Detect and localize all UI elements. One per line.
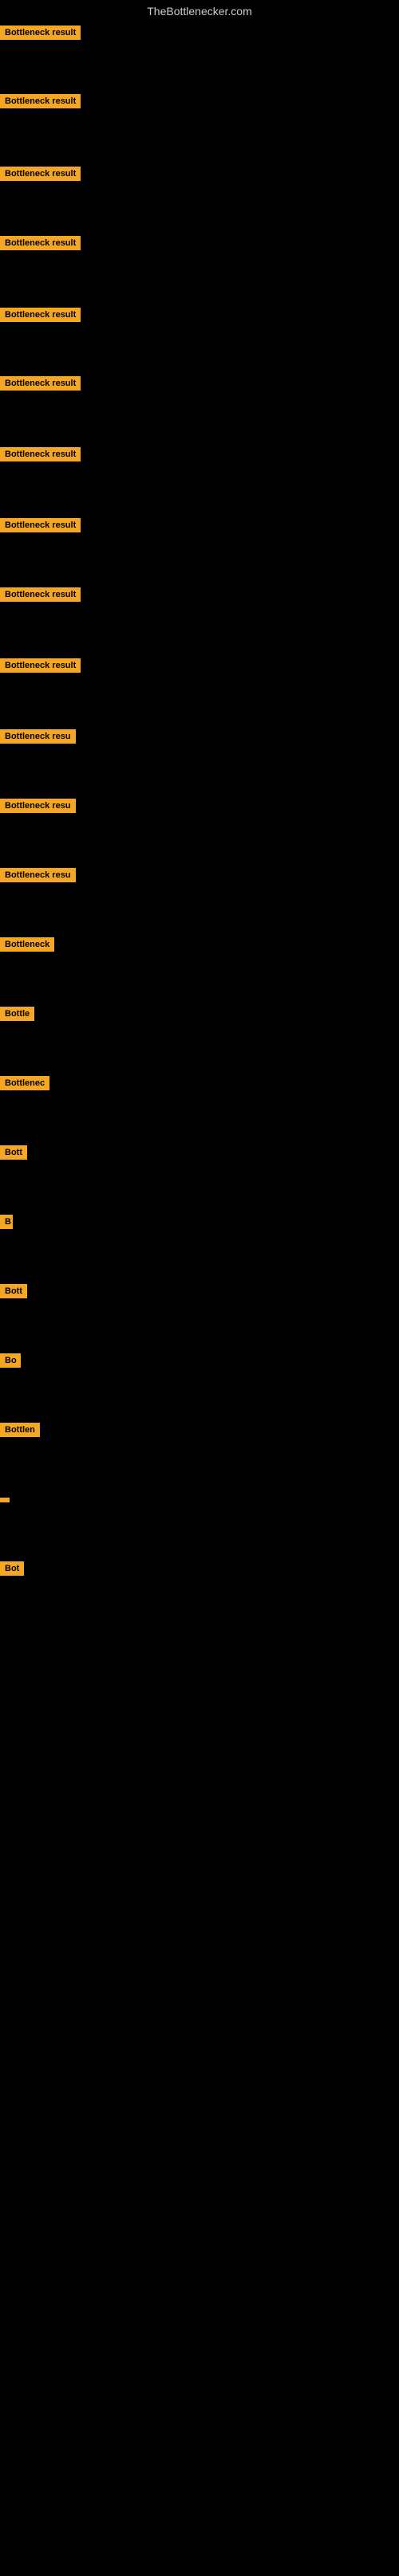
bottleneck-badge[interactable]: Bottleneck result [0,376,81,391]
bottleneck-badge-row [0,1492,10,1506]
bottleneck-badge-row: B [0,1215,13,1233]
bottleneck-badge-row: Bottleneck result [0,587,81,606]
bottleneck-badge-row: Bottleneck result [0,26,81,44]
bottleneck-badge[interactable]: B [0,1215,13,1229]
bottleneck-badge[interactable]: Bottlenec [0,1076,49,1090]
bottleneck-badge[interactable]: Bott [0,1284,27,1298]
bottleneck-badge-row: Bott [0,1145,27,1164]
bottleneck-badge-row: Bo [0,1353,21,1372]
bottleneck-badge-row: Bottleneck result [0,518,81,536]
bottleneck-badge[interactable]: Bot [0,1561,24,1576]
bottleneck-badge-row: Bot [0,1561,24,1580]
bottleneck-badge-row: Bottle [0,1007,34,1025]
bottleneck-badge[interactable]: Bottleneck result [0,167,81,181]
site-title: TheBottlenecker.com [0,0,399,26]
bottleneck-badge[interactable] [0,1498,10,1502]
bottleneck-badge-row: Bottleneck result [0,308,81,326]
bottleneck-badge[interactable]: Bottleneck resu [0,729,76,744]
bottleneck-badge-row: Bott [0,1284,27,1302]
bottleneck-badge[interactable]: Bottleneck result [0,236,81,250]
bottleneck-badge[interactable]: Bottleneck resu [0,868,76,882]
bottleneck-badge[interactable]: Bo [0,1353,21,1368]
bottleneck-badge[interactable]: Bottleneck result [0,518,81,532]
bottleneck-badge[interactable]: Bottleneck result [0,26,81,40]
bottleneck-badge-row: Bottleneck result [0,376,81,395]
bottleneck-badge[interactable]: Bottleneck resu [0,799,76,813]
bottleneck-badge[interactable]: Bottleneck result [0,94,81,108]
bottleneck-badge[interactable]: Bottle [0,1007,34,1021]
bottleneck-badge[interactable]: Bottleneck [0,937,54,952]
bottleneck-badge[interactable]: Bottleneck result [0,587,81,602]
bottleneck-badge-row: Bottleneck result [0,167,81,185]
bottleneck-badge-row: Bottlenec [0,1076,49,1094]
bottleneck-badge[interactable]: Bott [0,1145,27,1160]
bottleneck-badge-row: Bottleneck result [0,447,81,465]
bottleneck-badge-row: Bottleneck [0,937,54,956]
bottleneck-badge[interactable]: Bottlen [0,1423,40,1437]
bottleneck-badge-row: Bottleneck result [0,236,81,254]
bottleneck-badge[interactable]: Bottleneck result [0,447,81,461]
bottleneck-badge-row: Bottleneck resu [0,868,76,886]
bottleneck-badge-row: Bottlen [0,1423,40,1441]
bottleneck-badge[interactable]: Bottleneck result [0,658,81,673]
bottleneck-badge-row: Bottleneck result [0,94,81,112]
bottleneck-badge-row: Bottleneck resu [0,799,76,817]
bottleneck-badge-row: Bottleneck result [0,658,81,677]
bottleneck-badge-row: Bottleneck resu [0,729,76,748]
bottleneck-badge[interactable]: Bottleneck result [0,308,81,322]
